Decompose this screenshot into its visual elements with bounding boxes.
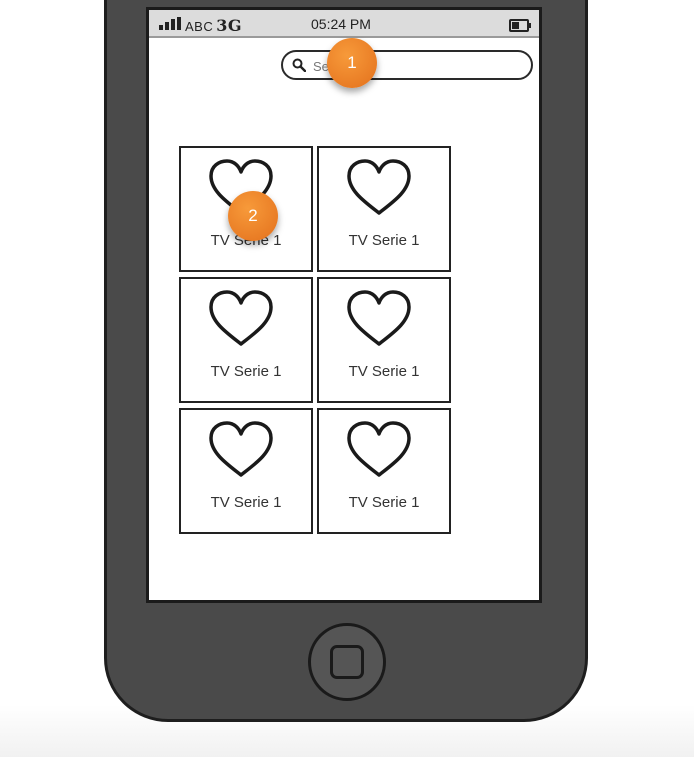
heart-icon xyxy=(209,421,273,477)
grid-tile[interactable]: TV Serie 1 xyxy=(317,408,451,534)
magnifier-icon xyxy=(292,58,306,72)
signal-strength-icon xyxy=(159,17,181,30)
heart-icon xyxy=(347,159,411,215)
tile-label: TV Serie 1 xyxy=(210,494,282,511)
search-bar[interactable] xyxy=(281,50,533,80)
grid-tile[interactable]: TV Serie 1 xyxy=(317,146,451,272)
heart-icon xyxy=(347,421,411,477)
home-button[interactable] xyxy=(308,623,386,701)
tile-label: TV Serie 1 xyxy=(210,363,282,380)
tile-label: TV Serie 1 xyxy=(348,363,420,380)
status-bar: ABC 3G 05:24 PM xyxy=(149,10,539,38)
carrier: ABC 3G xyxy=(185,16,242,35)
carrier-name: ABC xyxy=(185,19,214,34)
home-square-icon xyxy=(330,645,364,679)
phone-screen: ABC3G 05:24 PM TV Serie 1 TV Serie 1 TV … xyxy=(146,7,542,603)
tile-label: TV Serie 1 xyxy=(348,232,420,249)
callout-badge: 1 xyxy=(327,38,377,88)
series-grid: TV Serie 1 TV Serie 1 TV Serie 1 TV Seri… xyxy=(179,146,453,538)
battery-icon xyxy=(509,19,531,32)
heart-icon xyxy=(209,290,273,346)
tile-label: TV Serie 1 xyxy=(348,494,420,511)
status-time: 05:24 PM xyxy=(311,16,371,32)
grid-tile[interactable]: TV Serie 1 xyxy=(179,408,313,534)
heart-icon xyxy=(347,290,411,346)
network-type: 3G xyxy=(216,16,243,35)
grid-tile[interactable]: TV Serie 1 xyxy=(317,277,451,403)
grid-tile[interactable]: TV Serie 1 xyxy=(179,277,313,403)
callout-badge: 2 xyxy=(228,191,278,241)
